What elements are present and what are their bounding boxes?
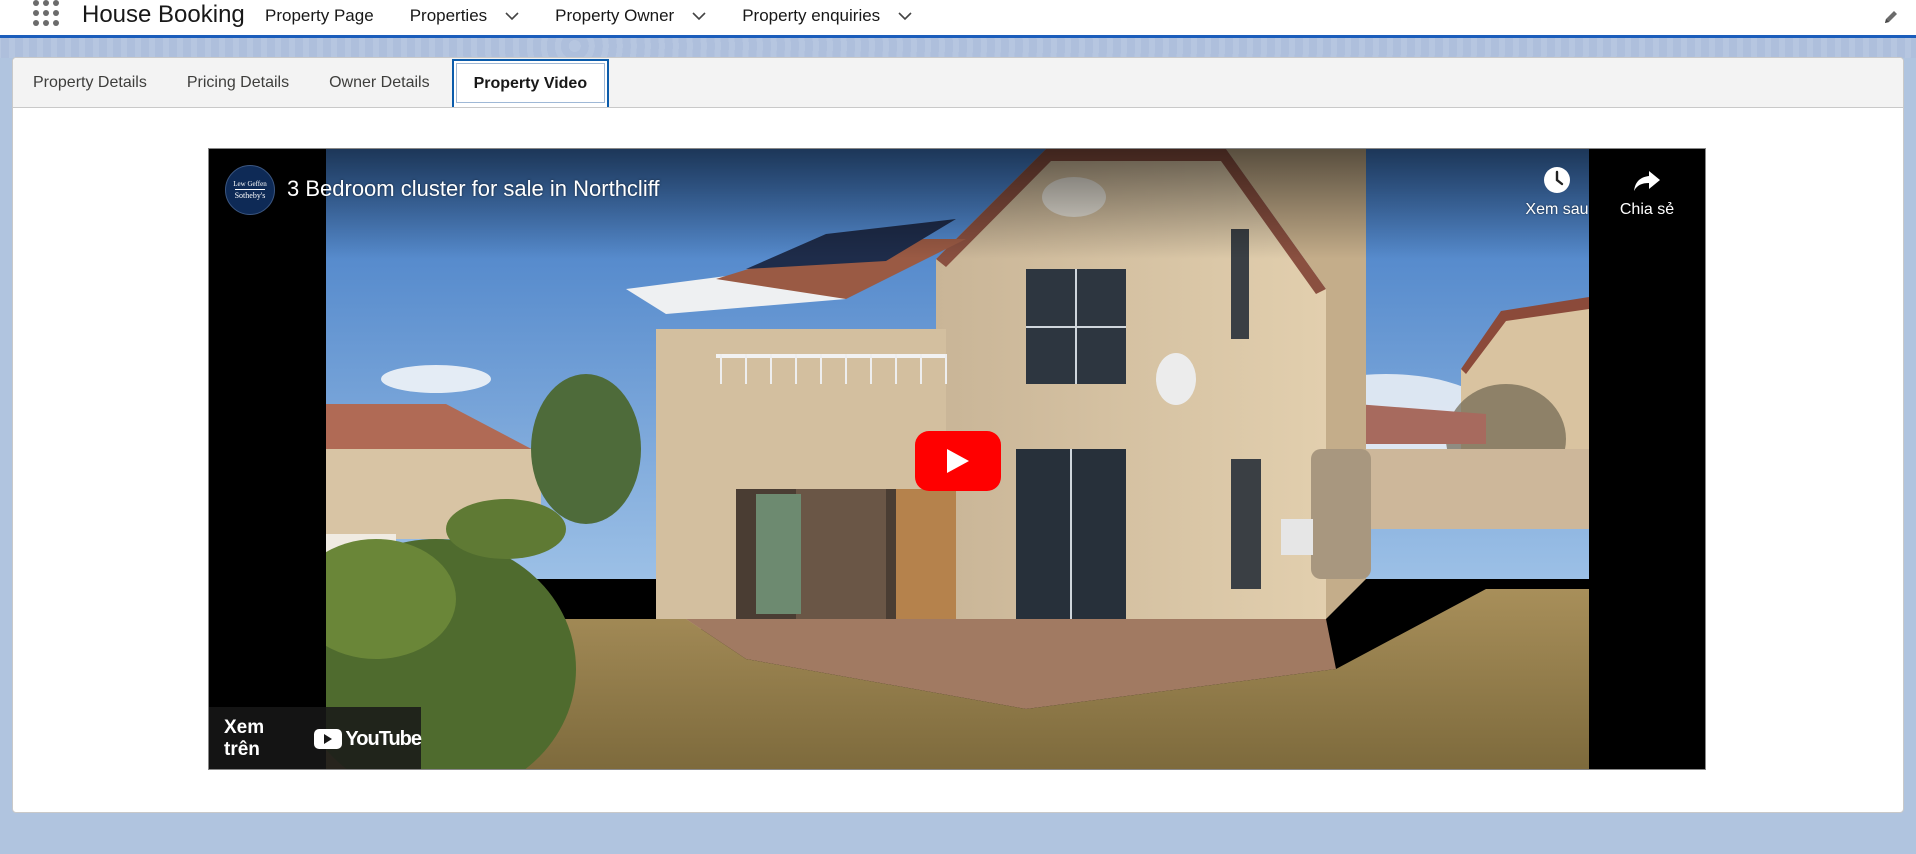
watch-on-label: Xem trên bbox=[224, 717, 265, 760]
play-icon bbox=[947, 449, 969, 473]
share-button[interactable]: Chia sẻ bbox=[1607, 165, 1687, 219]
nav-bar: Property Page Properties Property Owner … bbox=[265, 0, 948, 32]
nav-item-label: Properties bbox=[409, 6, 488, 25]
nav-item-properties[interactable]: Properties bbox=[410, 0, 519, 32]
header-banner bbox=[0, 38, 1916, 58]
chevron-down-icon[interactable] bbox=[505, 9, 519, 23]
chevron-down-icon[interactable] bbox=[692, 9, 706, 23]
edit-pencil-icon[interactable] bbox=[1882, 8, 1900, 26]
nav-item-property-page[interactable]: Property Page bbox=[265, 0, 374, 32]
app-name: House Booking bbox=[82, 1, 245, 28]
nav-item-label: Property Page bbox=[265, 6, 374, 25]
watch-on-youtube-button[interactable]: Xem trên YouTube bbox=[209, 707, 422, 769]
channel-logo-line2: Sotheby's bbox=[234, 189, 266, 200]
youtube-logo: YouTube bbox=[314, 727, 422, 751]
global-header: House Booking Property Page Properties P… bbox=[0, 0, 1916, 38]
nav-item-label: Property Owner bbox=[555, 6, 675, 25]
watch-later-button[interactable]: Xem sau bbox=[1517, 165, 1597, 219]
youtube-wordmark: YouTube bbox=[345, 727, 422, 750]
share-arrow-icon bbox=[1634, 171, 1660, 191]
share-label: Chia sẻ bbox=[1619, 201, 1675, 218]
video-player[interactable]: Lew Geffen Sotheby's 3 Bedroom cluster f… bbox=[208, 148, 1706, 770]
nav-item-label: Property enquiries bbox=[742, 6, 881, 25]
app-launcher-icon[interactable] bbox=[33, 0, 61, 28]
channel-logo-line1: Lew Geffen bbox=[233, 180, 267, 188]
nav-item-property-owner[interactable]: Property Owner bbox=[555, 0, 706, 32]
play-button[interactable] bbox=[915, 431, 1001, 491]
chevron-down-icon[interactable] bbox=[898, 9, 912, 23]
channel-logo[interactable]: Lew Geffen Sotheby's bbox=[225, 165, 275, 215]
tab-bar: Property Details Pricing Details Owner D… bbox=[13, 58, 1903, 108]
watch-later-label: Xem sau bbox=[1525, 201, 1589, 218]
tab-property-details[interactable]: Property Details bbox=[13, 58, 167, 107]
tab-owner-details[interactable]: Owner Details bbox=[309, 58, 449, 107]
tab-property-video[interactable]: Property Video bbox=[451, 59, 610, 107]
tab-pricing-details[interactable]: Pricing Details bbox=[167, 58, 309, 107]
overlay-gradient bbox=[209, 149, 1705, 259]
youtube-play-icon bbox=[314, 729, 343, 749]
clock-icon bbox=[1544, 167, 1570, 193]
nav-item-property-enquiries[interactable]: Property enquiries bbox=[742, 0, 912, 32]
video-title[interactable]: 3 Bedroom cluster for sale in Northcliff bbox=[287, 176, 660, 202]
